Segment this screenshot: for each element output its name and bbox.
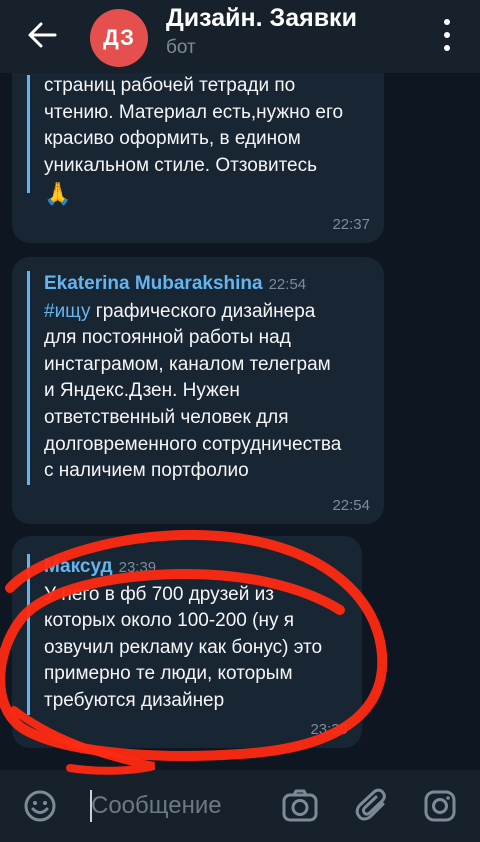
message-line: которых около 100-200 (ну я	[44, 610, 295, 632]
message-bubble[interactable]: Ekaterina Mubarakshina 22:54 #ищу графиче…	[12, 257, 384, 524]
message-line: красиво оформить, в едином	[44, 128, 301, 150]
sender-time: 22:54	[268, 276, 307, 293]
message-quote: Ekaterina Mubarakshina 22:54 #ищу графиче…	[27, 271, 341, 485]
chat-subtitle: бот	[166, 37, 196, 58]
message-line: инстаграмом, каналом телеграм	[44, 353, 331, 375]
message-line: примерно те люди, которым	[44, 663, 293, 685]
message-composer	[0, 770, 480, 842]
message-bubble[interactable]: страниц рабочей тетради по чтению. Матер…	[12, 73, 384, 243]
sender-line: Ekaterina Mubarakshina 22:54	[44, 271, 341, 299]
message-line: с наличием портфолио	[44, 460, 249, 482]
message-input-wrap[interactable]	[88, 789, 271, 823]
message-line: чтению. Материал есть,нужно его	[44, 101, 344, 123]
message-line: ответственный человек для	[44, 406, 289, 428]
message-time: 23:39	[310, 721, 348, 738]
avatar[interactable]: ДЗ	[90, 9, 148, 67]
smile-icon	[24, 790, 56, 822]
message-line: озвучил рекламу как бонус) это	[44, 636, 323, 658]
message-line: и Яндекс.Дзен. Нужен	[44, 380, 240, 402]
instagram-icon	[424, 790, 456, 822]
message-line: страниц рабочей тетради по	[44, 75, 296, 96]
message-line: #ищу графического дизайнера	[44, 300, 316, 322]
camera-icon	[282, 789, 318, 822]
instagram-button[interactable]	[422, 788, 458, 824]
message-input[interactable]	[88, 789, 271, 823]
more-vertical-icon	[444, 19, 450, 25]
message-bubble[interactable]: Максуд 23:39 У него в фб 700 друзей из ко…	[12, 536, 362, 748]
message-list[interactable]: страниц рабочей тетради по чтению. Матер…	[0, 73, 480, 770]
hashtag-link[interactable]: #ищу	[44, 301, 91, 322]
message-time: 22:54	[332, 497, 370, 514]
paperclip-icon	[355, 788, 386, 821]
arrow-left-icon	[28, 22, 57, 48]
attach-button[interactable]	[354, 788, 390, 824]
chat-header: ДЗ Дизайн. Заявки бот	[0, 0, 480, 73]
text-cursor	[90, 790, 92, 822]
sender-time: 23:39	[118, 559, 157, 576]
message-line: уникальном стиле. Отзовитесь	[44, 154, 318, 176]
message-quote: страниц рабочей тетради по чтению. Матер…	[27, 75, 344, 206]
chat-title[interactable]: Дизайн. Заявки	[166, 4, 357, 33]
camera-button[interactable]	[281, 788, 318, 824]
sender-name[interactable]: Максуд	[44, 556, 113, 577]
message-quote: Максуд 23:39 У него в фб 700 друзей из ко…	[27, 554, 322, 715]
back-button[interactable]	[22, 18, 62, 52]
message-line: У него в фб 700 друзей из	[44, 583, 274, 605]
pray-emoji: 🙏	[44, 181, 72, 207]
message-line: требуются дизайнер	[44, 689, 225, 711]
message-line: долговременного сотрудничества	[44, 433, 342, 455]
message-time: 22:37	[332, 216, 370, 233]
sender-line: Максуд 23:39	[44, 554, 322, 582]
emoji-button[interactable]	[22, 788, 58, 824]
sender-name[interactable]: Ekaterina Mubarakshina	[44, 273, 263, 294]
message-line: для постоянной работы над	[44, 327, 291, 349]
more-menu-button[interactable]	[440, 19, 454, 51]
